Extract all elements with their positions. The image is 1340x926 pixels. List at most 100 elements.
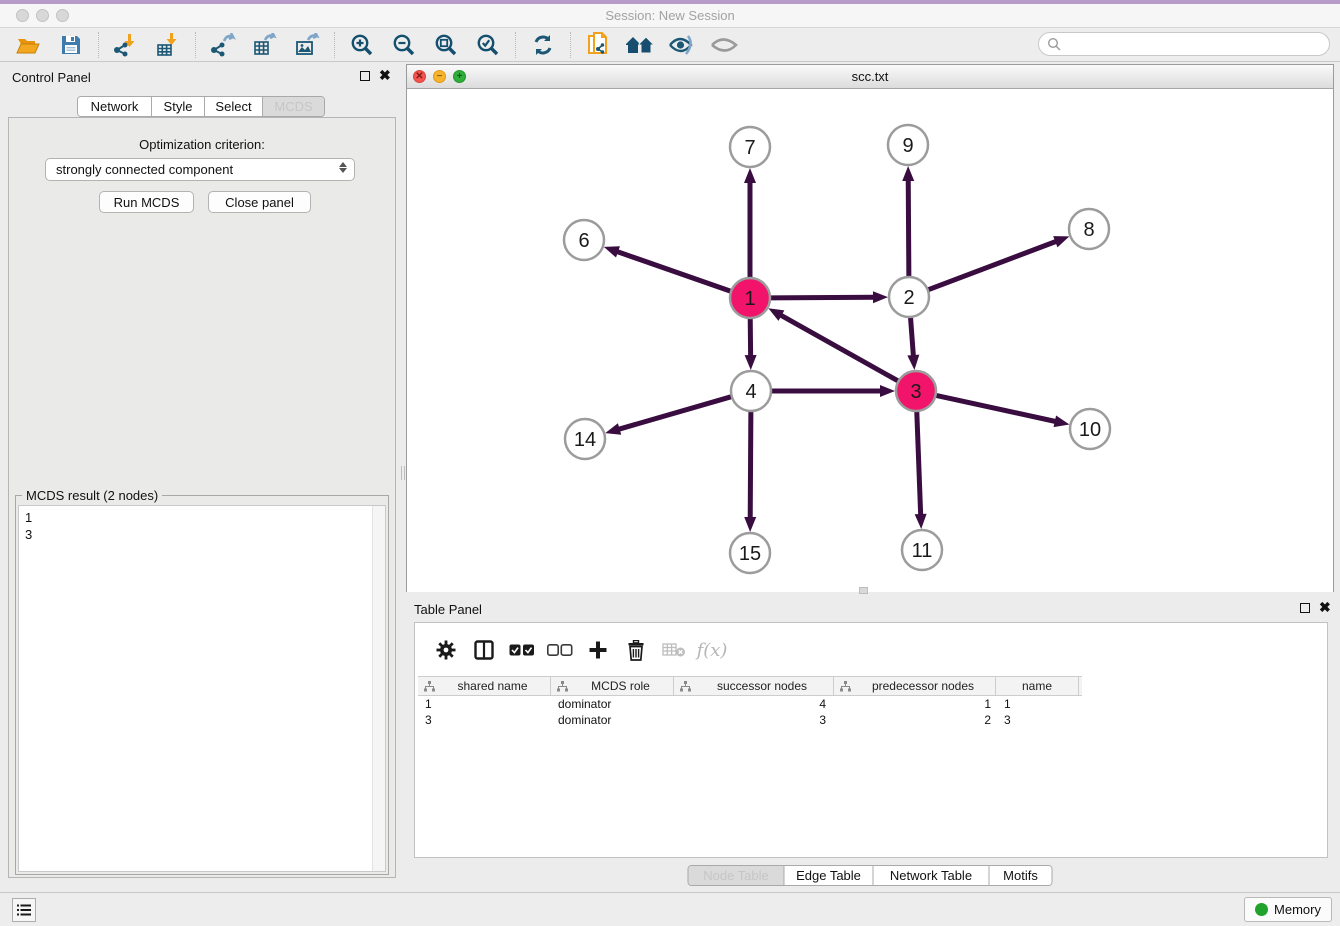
tab-node-table[interactable]: Node Table <box>689 866 785 885</box>
table-cell[interactable]: 3 <box>996 713 1079 727</box>
open-session-button[interactable] <box>14 31 44 59</box>
table-cell[interactable]: dominator <box>551 697 674 711</box>
export-table-button[interactable] <box>250 31 280 59</box>
edge-2-8[interactable] <box>928 241 1057 290</box>
node-1[interactable]: 1 <box>730 278 770 318</box>
node-15[interactable]: 15 <box>730 533 770 573</box>
delete-table-button[interactable] <box>659 636 689 664</box>
network-canvas[interactable]: 1 2 3 4 6 7 8 9 10 11 14 15 <box>407 89 1333 592</box>
toolbar-separator <box>98 32 99 58</box>
first-neighbors-button[interactable] <box>625 31 655 59</box>
edge-3-11[interactable] <box>917 411 921 516</box>
edge-3-1[interactable] <box>780 315 899 382</box>
eye-slash-icon <box>668 34 696 56</box>
node-10[interactable]: 10 <box>1070 409 1110 449</box>
edge-4-14[interactable] <box>618 397 732 430</box>
column-header-shared-name[interactable]: shared name <box>418 677 551 695</box>
control-panel-close-icon[interactable]: ✖ <box>379 67 391 83</box>
svg-text:8: 8 <box>1083 219 1094 241</box>
table-cell[interactable]: 1 <box>996 697 1079 711</box>
node-11[interactable]: 11 <box>902 530 942 570</box>
table-row[interactable]: 1dominator411 <box>418 696 1082 712</box>
search-box[interactable] <box>1038 32 1330 56</box>
edge-4-15[interactable] <box>750 411 751 519</box>
tab-select[interactable]: Select <box>205 97 263 116</box>
split-panel-button[interactable] <box>469 636 499 664</box>
edge-2-3[interactable] <box>910 317 913 357</box>
node-3[interactable]: 3 <box>896 371 936 411</box>
duplicate-network-button[interactable] <box>583 31 613 59</box>
node-7[interactable]: 7 <box>730 127 770 167</box>
network-window-titlebar[interactable]: ✕ − + scc.txt <box>407 65 1333 89</box>
select-all-check-button[interactable] <box>507 636 537 664</box>
delete-column-button[interactable] <box>621 636 651 664</box>
node-6[interactable]: 6 <box>564 220 604 260</box>
svg-text:10: 10 <box>1079 419 1101 441</box>
show-all-button[interactable] <box>709 31 739 59</box>
search-input[interactable] <box>1061 35 1329 53</box>
table-cell[interactable]: 1 <box>418 697 551 711</box>
export-network-button[interactable] <box>208 31 238 59</box>
mcds-result-title: MCDS result (2 nodes) <box>22 488 162 503</box>
tab-motifs[interactable]: Motifs <box>990 866 1052 885</box>
tab-mcds[interactable]: MCDS <box>263 97 324 116</box>
edge-2-9[interactable] <box>908 179 909 277</box>
edge-3-10[interactable] <box>936 395 1057 421</box>
table-panel-body: f(x) shared nameMCDS role successor nodes… <box>414 622 1328 858</box>
tab-style[interactable]: Style <box>152 97 205 116</box>
table-cell[interactable]: 3 <box>418 713 551 727</box>
save-session-button[interactable] <box>56 31 86 59</box>
column-label: successor nodes <box>717 679 807 693</box>
node-4[interactable]: 4 <box>731 371 771 411</box>
control-panel-float-icon[interactable] <box>360 71 370 81</box>
node-8[interactable]: 8 <box>1069 209 1109 249</box>
tab-network-table[interactable]: Network Table <box>874 866 990 885</box>
column-header-name[interactable]: name <box>996 677 1079 695</box>
deselect-check-button[interactable] <box>545 636 575 664</box>
network-splitter-grip[interactable] <box>859 587 868 594</box>
criterion-select[interactable]: strongly connected component <box>45 158 355 181</box>
column-header-successor-nodes[interactable]: successor nodes <box>674 677 834 695</box>
memory-button[interactable]: Memory <box>1244 897 1332 922</box>
table-panel-float-icon[interactable] <box>1300 603 1310 613</box>
import-network-button[interactable] <box>111 31 141 59</box>
node-14[interactable]: 14 <box>565 419 605 459</box>
edge-1-6[interactable] <box>616 251 731 291</box>
column-settings-button[interactable] <box>431 636 461 664</box>
tab-edge-table[interactable]: Edge Table <box>785 866 874 885</box>
node-9[interactable]: 9 <box>888 125 928 165</box>
node-2[interactable]: 2 <box>889 277 929 317</box>
column-header-MCDS-role[interactable]: MCDS role <box>551 677 674 695</box>
tab-network[interactable]: Network <box>78 97 152 116</box>
run-mcds-button[interactable]: Run MCDS <box>99 191 194 213</box>
function-builder-button[interactable]: f(x) <box>697 636 727 664</box>
hide-selected-button[interactable] <box>667 31 697 59</box>
column-header-predecessor-nodes[interactable]: predecessor nodes <box>834 677 996 695</box>
splitter-grip[interactable] <box>401 466 405 480</box>
result-scrollbar[interactable] <box>372 506 385 871</box>
zoom-out-button[interactable] <box>389 31 419 59</box>
edge-arrow-3-11 <box>915 514 927 529</box>
zoom-selected-button[interactable] <box>473 31 503 59</box>
import-table-button[interactable] <box>153 31 183 59</box>
mcds-result-textarea[interactable]: 1 3 <box>18 505 386 872</box>
optimization-criterion-label: Optimization criterion: <box>9 137 395 152</box>
table-cell[interactable]: dominator <box>551 713 674 727</box>
edge-arrow-3-10 <box>1054 415 1070 427</box>
table-cell[interactable]: 2 <box>834 713 996 727</box>
close-panel-button[interactable]: Close panel <box>208 191 311 213</box>
apply-layout-button[interactable] <box>528 31 558 59</box>
table-row[interactable]: 3dominator323 <box>418 712 1082 728</box>
table-cell[interactable]: 4 <box>674 697 834 711</box>
edge-1-2[interactable] <box>770 297 875 298</box>
task-history-button[interactable] <box>12 898 36 922</box>
table-panel-close-icon[interactable]: ✖ <box>1319 599 1331 615</box>
table-cell[interactable]: 1 <box>834 697 996 711</box>
zoom-fit-button[interactable] <box>431 31 461 59</box>
export-image-button[interactable] <box>292 31 322 59</box>
zoom-in-icon <box>350 33 374 57</box>
zoom-out-icon <box>392 33 416 57</box>
add-column-button[interactable] <box>583 636 613 664</box>
zoom-in-button[interactable] <box>347 31 377 59</box>
table-cell[interactable]: 3 <box>674 713 834 727</box>
